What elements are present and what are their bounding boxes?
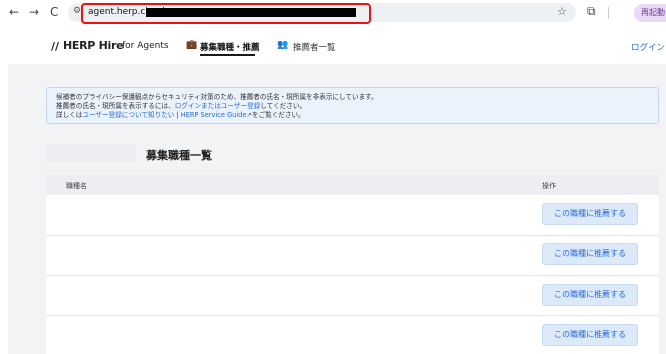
nav-recommenders[interactable]: 推薦者一覧 bbox=[293, 41, 336, 53]
column-header-action: 操作 bbox=[542, 182, 556, 190]
row-divider bbox=[46, 315, 659, 316]
nav-active-underline bbox=[200, 54, 255, 56]
notice-line-2-post: してください。 bbox=[260, 102, 307, 110]
user-registration-link[interactable]: ユーザー登録について知りたい bbox=[82, 111, 174, 119]
redacted-company-name bbox=[46, 144, 136, 162]
logo-subtitle: for Agents bbox=[122, 41, 169, 51]
briefcase-icon: 💼 bbox=[186, 40, 198, 50]
toolbar-divider bbox=[608, 7, 609, 19]
forward-icon[interactable]: → bbox=[29, 5, 39, 19]
login-link[interactable]: ログイン bbox=[631, 41, 665, 53]
service-guide-link[interactable]: HERP Service Guide bbox=[181, 111, 247, 119]
nav-positions[interactable]: 募集職種・推薦 bbox=[200, 41, 260, 53]
login-register-link[interactable]: ログインまたはユーザー登録 bbox=[175, 102, 261, 110]
users-icon: 👥 bbox=[277, 40, 289, 50]
back-icon[interactable]: ← bbox=[9, 5, 19, 19]
notice-line-2: 推薦者の氏名・現所属を表示するには、ログインまたはユーザー登録してください。 bbox=[56, 102, 306, 110]
row-divider bbox=[46, 275, 659, 276]
recommend-button[interactable]: この職種に推薦する bbox=[542, 324, 638, 346]
bookmark-star-icon[interactable]: ☆ bbox=[557, 5, 567, 18]
restart-button[interactable]: 再起動 bbox=[634, 4, 666, 22]
recommend-button[interactable]: この職種に推薦する bbox=[542, 284, 638, 306]
notice-line-3-post: をご覧ください。 bbox=[251, 111, 305, 119]
reload-icon[interactable]: C bbox=[50, 5, 58, 19]
notice-line-3-pre: 詳しくは bbox=[56, 111, 83, 119]
table-header bbox=[46, 175, 659, 195]
url-redaction bbox=[146, 8, 356, 17]
recommend-button[interactable]: この職種に推薦する bbox=[542, 203, 638, 225]
site-settings-icon[interactable]: ⚙ bbox=[73, 6, 81, 16]
recommend-button[interactable]: この職種に推薦する bbox=[542, 243, 638, 265]
page-title: 募集職種一覧 bbox=[146, 149, 212, 162]
herp-logo-icon: // bbox=[51, 40, 60, 53]
notice-line-1: 候補者のプライバシー保護観点からセキュリティ対策のため、推薦者の氏名・現所属を非… bbox=[56, 93, 378, 101]
column-header-position: 職種名 bbox=[66, 182, 87, 190]
notice-line-2-pre: 推薦者の氏名・現所属を表示するには、 bbox=[56, 102, 175, 110]
extensions-icon[interactable]: ⧉ bbox=[587, 4, 596, 19]
row-divider bbox=[46, 235, 659, 236]
notice-line-3: 詳しくはユーザー登録について知りたい | HERP Service Guide↗… bbox=[56, 111, 305, 119]
logo-text[interactable]: HERP Hire bbox=[63, 39, 124, 52]
